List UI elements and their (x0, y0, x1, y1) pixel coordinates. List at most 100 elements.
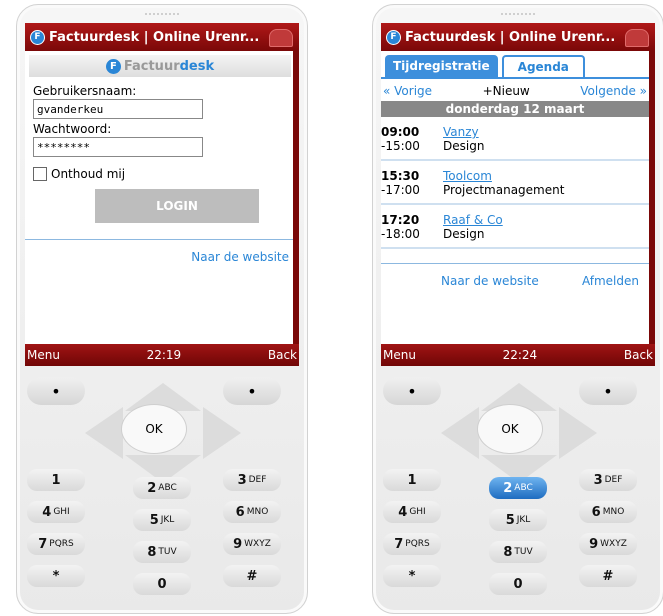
key-8[interactable]: 8 TUV (489, 541, 547, 563)
ok-button[interactable]: OK (477, 404, 543, 454)
key-2-highlighted[interactable]: 2 ABC (489, 477, 547, 499)
key-letters: GHI (409, 507, 426, 517)
key-digit: 4 (398, 504, 408, 520)
key-6[interactable]: 6 MNO (579, 501, 637, 523)
clock: 22:19 (146, 348, 182, 362)
key-digit: 1 (51, 472, 61, 488)
client-link[interactable]: Raaf & Co (443, 213, 503, 227)
title-bar: F Factuurdesk | Online Urenr... (25, 23, 299, 51)
key-letters: GHI (53, 507, 70, 517)
key-letters: ABC (158, 483, 177, 493)
key-2[interactable]: 2 ABC (133, 477, 191, 499)
key-digit: 0 (157, 576, 167, 592)
window-indicator-icon (625, 29, 649, 47)
keypad: • • OK 1 2 ABC 3 DEF 4 GHI 5 JKL 6 MNO 7 PQRS … (373, 367, 663, 607)
key-3[interactable]: 3 DEF (579, 469, 637, 491)
username-label: Gebruikersnaam: (33, 84, 137, 98)
window-title: Factuurdesk | Online Urenr... (49, 29, 260, 45)
next-link[interactable]: Volgende » (580, 84, 647, 98)
key-9[interactable]: 9 WXYZ (223, 533, 281, 555)
key-0[interactable]: 0 (133, 573, 191, 595)
key-8[interactable]: 8 TUV (133, 541, 191, 563)
website-link[interactable]: Naar de website (191, 250, 289, 264)
soft-left-key[interactable]: • (383, 377, 441, 405)
softkey-back[interactable]: Back (624, 348, 653, 362)
key-letters: DEF (604, 475, 623, 485)
brand-text-desk: desk (179, 58, 215, 74)
client-link[interactable]: Toolcom (443, 169, 492, 183)
start-time: 09:00 (381, 125, 420, 139)
start-time: 17:20 (381, 213, 420, 227)
key-4[interactable]: 4 GHI (383, 501, 441, 523)
key-7[interactable]: 7 PQRS (383, 533, 441, 555)
clock: 22:24 (502, 348, 538, 362)
key-digit: 0 (513, 576, 523, 592)
phone-screen: F Factuurdesk | Online Urenr... F Factuu… (25, 23, 299, 366)
key-digit: 1 (407, 472, 417, 488)
list-item[interactable]: 09:00 -15:00 Vanzy Design (381, 117, 649, 161)
key-5[interactable]: 5 JKL (489, 509, 547, 531)
key-digit: 9 (589, 536, 599, 552)
key-1[interactable]: 1 (383, 469, 441, 491)
key-digit: 5 (149, 512, 159, 528)
key-star[interactable]: * (27, 565, 85, 587)
softkey-menu[interactable]: Menu (383, 348, 416, 362)
date-navigation: « Vorige +Nieuw Volgende » (381, 79, 649, 101)
key-digit: * (408, 568, 416, 584)
key-letters: TUV (158, 547, 177, 557)
key-1[interactable]: 1 (27, 469, 85, 491)
key-4[interactable]: 4 GHI (27, 501, 85, 523)
activity: Projectmanagement (443, 183, 565, 197)
activity: Design (443, 227, 485, 241)
key-3[interactable]: 3 DEF (223, 469, 281, 491)
key-5[interactable]: 5 JKL (133, 509, 191, 531)
key-letters: MNO (246, 507, 269, 517)
softkey-bar: Menu 22:19 Back (25, 344, 299, 366)
list-item[interactable]: 15:30 -17:00 Toolcom Projectmanagement (381, 161, 649, 205)
window-indicator-icon (269, 29, 293, 47)
key-digit: 3 (237, 472, 247, 488)
list-item[interactable]: 17:20 -18:00 Raaf & Co Design (381, 205, 649, 249)
website-link[interactable]: Naar de website (441, 274, 539, 288)
scrollbar[interactable] (293, 51, 299, 344)
ok-button[interactable]: OK (121, 404, 187, 454)
checkbox-icon[interactable] (33, 167, 47, 181)
softkey-back[interactable]: Back (268, 348, 297, 362)
scrollbar[interactable] (649, 51, 655, 344)
password-input[interactable] (33, 137, 203, 157)
start-time: 15:30 (381, 169, 420, 183)
end-time: -18:00 (381, 227, 420, 241)
key-hash[interactable]: # (223, 565, 281, 587)
key-7[interactable]: 7 PQRS (27, 533, 85, 555)
end-time: -17:00 (381, 183, 420, 197)
login-button[interactable]: LOGIN (95, 189, 259, 223)
key-letters: MNO (602, 507, 625, 517)
new-appointment-link[interactable]: +Nieuw (483, 84, 530, 98)
key-digit: 4 (42, 504, 52, 520)
factuurdesk-logo-icon: F (386, 29, 401, 45)
key-letters: DEF (248, 475, 267, 485)
client-link[interactable]: Vanzy (443, 125, 479, 139)
key-letters: JKL (160, 515, 175, 525)
softkey-menu[interactable]: Menu (27, 348, 60, 362)
brand-header: F Factuur desk (29, 55, 291, 77)
tab-agenda[interactable]: Agenda (501, 55, 585, 77)
key-digit: 9 (233, 536, 243, 552)
previous-link[interactable]: « Vorige (383, 84, 432, 98)
phone-emulator-login: F Factuurdesk | Online Urenr... F Factuu… (16, 4, 308, 614)
tab-tijdregistratie[interactable]: Tijdregistratie (385, 55, 498, 77)
key-digit: * (52, 568, 60, 584)
logout-link[interactable]: Afmelden (582, 274, 639, 288)
remember-me-checkbox[interactable]: Onthoud mij (33, 167, 289, 181)
key-6[interactable]: 6 MNO (223, 501, 281, 523)
soft-left-key[interactable]: • (27, 377, 85, 405)
login-form: Gebruikersnaam: Wachtwoord: Onthoud mij … (25, 77, 299, 223)
key-star[interactable]: * (383, 565, 441, 587)
appointment-time: 09:00 -15:00 (381, 125, 443, 153)
key-9[interactable]: 9 WXYZ (579, 533, 637, 555)
key-letters: TUV (514, 547, 533, 557)
key-0[interactable]: 0 (489, 573, 547, 595)
key-hash[interactable]: # (579, 565, 637, 587)
key-digit: 7 (394, 536, 404, 552)
username-input[interactable] (33, 99, 203, 119)
